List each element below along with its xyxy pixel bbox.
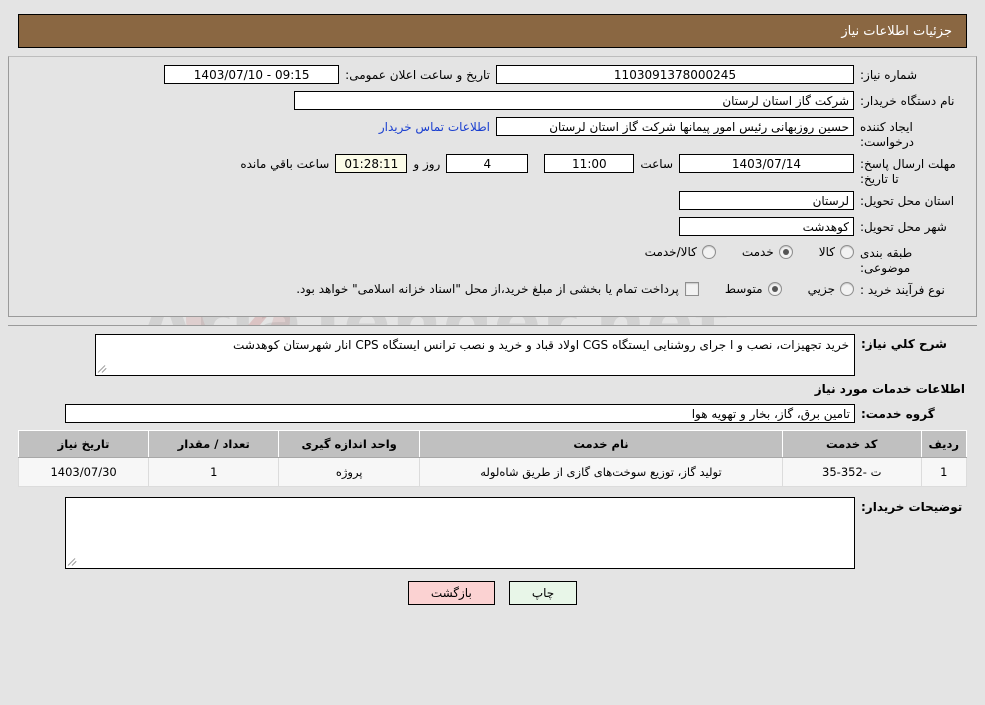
- announce-datetime-field[interactable]: 09:15 - 1403/07/10: [164, 65, 340, 84]
- creator-field[interactable]: حسین روزبهانی رئیس امور پیمانها شرکت گاز…: [496, 117, 854, 136]
- treasury-payment-option[interactable]: پرداخت تمام یا بخشی از مبلغ خرید،از محل …: [296, 282, 699, 296]
- page-title: جزئیات اطلاعات نیاز: [841, 23, 952, 39]
- announce-label: تاریخ و ساعت اعلان عمومی:: [345, 68, 490, 82]
- radio-icon[interactable]: [840, 245, 854, 259]
- cell-code: ت -352-35: [781, 457, 922, 487]
- table-header-code: کد خدمت: [781, 430, 922, 458]
- city-row: شهر محل تحویل: کوهدشت: [19, 217, 966, 239]
- deadline-row: مهلت ارسال پاسخ: تا تاریخ: 1403/07/14 سا…: [19, 154, 966, 187]
- services-table: ردیف کد خدمت نام خدمت واحد اندازه گیری ت…: [17, 430, 968, 487]
- action-buttons: چاپ بازگشت: [18, 581, 967, 605]
- buyer-notes-textarea[interactable]: [65, 497, 855, 569]
- province-row: استان محل تحویل: لرستان: [19, 191, 966, 213]
- cell-radif: 1: [920, 457, 968, 487]
- need-info-panel: شماره نیاز: 1103091378000245 تاریخ و ساع…: [8, 56, 977, 317]
- process-radio-group: جزیي متوسط پرداخت تمام یا بخشی از مبلغ خ…: [296, 280, 854, 296]
- city-label: شهر محل تحویل:: [860, 220, 947, 234]
- remaining-days-field[interactable]: 4: [446, 154, 529, 173]
- radio-icon[interactable]: [767, 282, 782, 296]
- service-group-row: گروه خدمت: تامین برق، گاز، بخار و تهویه …: [18, 404, 967, 426]
- category-option-kala[interactable]: کالا: [819, 245, 854, 259]
- process-option-motavaset[interactable]: متوسط: [725, 282, 782, 296]
- cell-qty: 1: [148, 457, 280, 487]
- category-option-label: کالا/خدمت: [644, 245, 697, 259]
- table-header-radif: ردیف: [920, 430, 968, 458]
- category-label: طبقه بندی موضوعی:: [860, 246, 913, 275]
- process-row: نوع فرآیند خرید : جزیي متوسط پرداخت تمام…: [19, 280, 966, 302]
- radio-icon[interactable]: [701, 245, 716, 259]
- page-root: جزئیات اطلاعات نیاز شماره نیاز: 11030913…: [0, 14, 985, 615]
- table-header-unit: واحد اندازه گیری: [278, 430, 421, 458]
- cell-name: تولید گاز، توزیع سوخت‌های گازی از طریق ش…: [419, 457, 783, 487]
- table-header-name: نام خدمت: [419, 430, 783, 458]
- description-label: شرح کلي نیاز:: [861, 337, 947, 351]
- province-label: استان محل تحویل:: [860, 194, 955, 208]
- table-header-date: تاریخ نیاز: [17, 430, 150, 458]
- service-group-label: گروه خدمت:: [861, 407, 935, 421]
- creator-label: ایجاد کننده درخواست:: [860, 120, 914, 149]
- deadline-label: مهلت ارسال پاسخ: تا تاریخ:: [860, 157, 956, 186]
- return-button[interactable]: بازگشت: [407, 581, 495, 605]
- buyer-notes-row: توضیحات خریدار:: [18, 497, 967, 569]
- checkbox-icon[interactable]: [684, 282, 699, 296]
- table-header-row: ردیف کد خدمت نام خدمت واحد اندازه گیری ت…: [17, 430, 968, 458]
- table-header-qty: تعداد / مقدار: [148, 430, 280, 458]
- description-panel: شرح کلي نیاز: خرید تجهیزات، نصب و ا جرای…: [8, 325, 977, 615]
- deadline-time-field[interactable]: 11:00: [544, 154, 635, 173]
- buyer-org-label: نام دستگاه خریدار:: [860, 94, 955, 108]
- need-number-label: شماره نیاز:: [860, 68, 917, 82]
- cell-unit: پروژه: [278, 457, 421, 487]
- need-number-field[interactable]: 1103091378000245: [496, 65, 854, 84]
- need-number-row: شماره نیاز: 1103091378000245 تاریخ و ساع…: [19, 65, 966, 87]
- buyer-org-field[interactable]: شرکت گاز استان لرستان: [294, 91, 854, 110]
- category-option-khedmat[interactable]: خدمت: [742, 245, 793, 259]
- process-option-jozei[interactable]: جزیي: [808, 282, 854, 296]
- buyer-notes-textarea-wrap: [65, 497, 855, 569]
- cell-date: 1403/07/30: [17, 457, 150, 487]
- city-field[interactable]: کوهدشت: [679, 217, 854, 236]
- category-option-label: خدمت: [741, 245, 774, 259]
- radio-icon[interactable]: [840, 282, 854, 296]
- process-option-label: جزیي: [807, 282, 835, 296]
- category-radio-group: کالا خدمت کالا/خدمت: [619, 243, 854, 259]
- deadline-hour-label: ساعت: [640, 157, 673, 171]
- radio-icon[interactable]: [778, 245, 793, 259]
- category-option-label: کالا: [818, 245, 835, 259]
- services-section-heading: اطلاعات خدمات مورد نیاز: [814, 382, 965, 396]
- buyer-contact-link[interactable]: اطلاعات تماس خریدار: [373, 117, 496, 134]
- table-row: 1 ت -352-35 تولید گاز، توزیع سوخت‌های گا…: [17, 457, 968, 487]
- description-textarea[interactable]: خرید تجهیزات، نصب و ا جرای روشنایی ایستگ…: [95, 334, 855, 376]
- buyer-notes-label: توضیحات خریدار:: [861, 500, 963, 514]
- page-header: جزئیات اطلاعات نیاز: [18, 14, 967, 48]
- process-option-label: متوسط: [724, 282, 763, 296]
- deadline-date-field[interactable]: 1403/07/14: [679, 154, 854, 173]
- province-field[interactable]: لرستان: [679, 191, 854, 210]
- process-label: نوع فرآیند خرید :: [860, 283, 945, 297]
- countdown-suffix-label: ساعت باقي مانده: [240, 157, 330, 171]
- treasury-payment-note: پرداخت تمام یا بخشی از مبلغ خرید،از محل …: [296, 282, 679, 296]
- print-button[interactable]: چاپ: [508, 581, 578, 605]
- buyer-org-row: نام دستگاه خریدار: شرکت گاز استان لرستان: [19, 91, 966, 113]
- creator-row: ایجاد کننده درخواست: حسین روزبهانی رئیس …: [19, 117, 966, 150]
- service-group-field[interactable]: تامین برق، گاز، بخار و تهویه هوا: [65, 404, 855, 423]
- description-row: شرح کلي نیاز: خرید تجهیزات، نصب و ا جرای…: [18, 334, 967, 376]
- remaining-days-label: روز و: [413, 157, 441, 171]
- description-textarea-wrap: خرید تجهیزات، نصب و ا جرای روشنایی ایستگ…: [95, 334, 855, 376]
- category-option-kala-khedmat[interactable]: کالا/خدمت: [645, 245, 716, 259]
- countdown-timer-field: 01:28:11: [335, 154, 408, 173]
- category-row: طبقه بندی موضوعی: کالا خدمت کالا/خدمت: [19, 243, 966, 276]
